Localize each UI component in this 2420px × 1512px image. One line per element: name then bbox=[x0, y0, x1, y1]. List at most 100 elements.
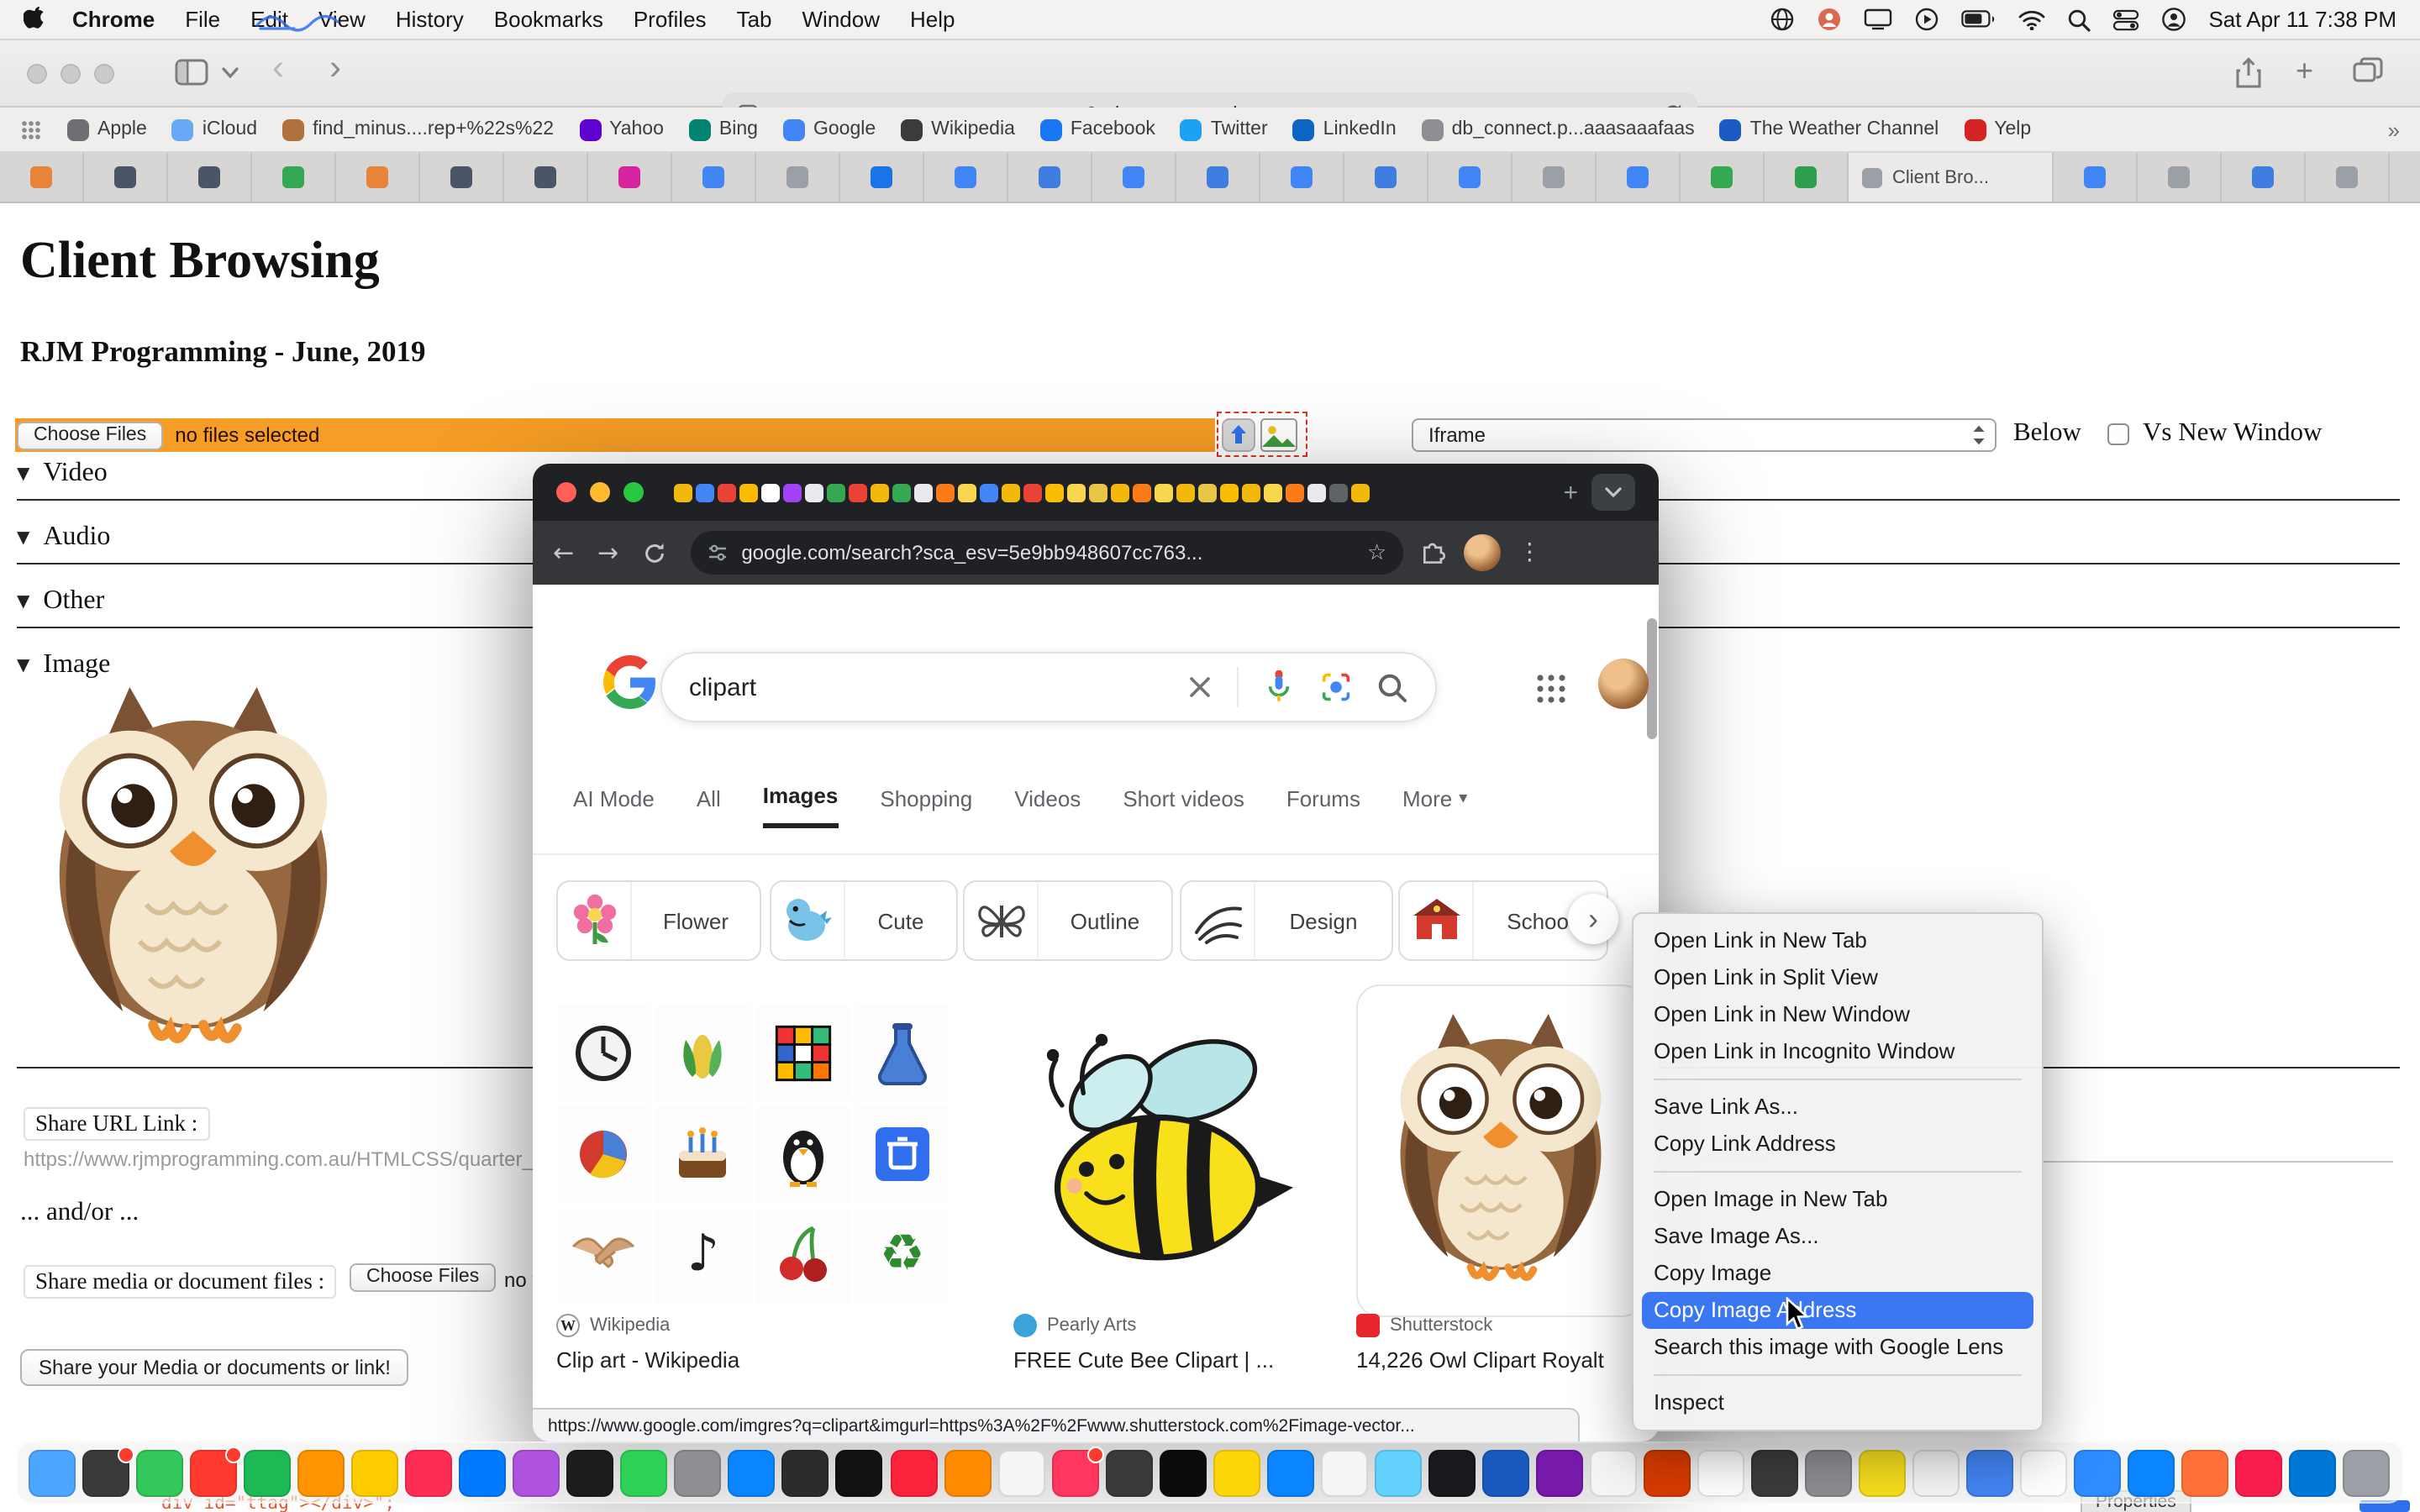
profile-avatar[interactable] bbox=[1598, 659, 1649, 709]
result-caption[interactable]: Shutterstock 14,226 Owl Clipart Royalt bbox=[1356, 1314, 1645, 1373]
browser-tab[interactable] bbox=[1597, 153, 1681, 202]
context-menu-item[interactable]: Inspect bbox=[1634, 1384, 2042, 1421]
back-icon[interactable]: ← bbox=[553, 538, 574, 568]
tab-favicon[interactable] bbox=[1329, 483, 1348, 501]
result-caption[interactable]: Pearly Arts FREE Cute Bee Clipart | ... bbox=[1013, 1314, 1316, 1373]
tab-favicon[interactable] bbox=[783, 483, 802, 501]
menubar-clock[interactable]: Sat Apr 11 7:38 PM bbox=[2208, 7, 2396, 32]
dock-app-icon[interactable] bbox=[244, 1449, 291, 1496]
dock-app-icon[interactable] bbox=[2236, 1449, 2283, 1496]
choose-files-button[interactable]: Choose Files bbox=[350, 1263, 496, 1292]
minimize-window-button[interactable] bbox=[60, 64, 81, 84]
result-title[interactable]: 14,226 Owl Clipart Royalt bbox=[1356, 1347, 1645, 1373]
bookmark-item[interactable]: LinkedIn bbox=[1293, 118, 1397, 140]
dock-app-icon[interactable] bbox=[1912, 1449, 1960, 1496]
forward-icon[interactable]: → bbox=[597, 538, 618, 568]
sidebar-icon[interactable] bbox=[175, 57, 208, 87]
tab-favicon[interactable] bbox=[696, 483, 714, 501]
apple-menu-icon[interactable] bbox=[24, 7, 45, 32]
tab-favicon[interactable] bbox=[761, 483, 780, 501]
result-image-bee[interactable] bbox=[1013, 1001, 1302, 1304]
clipboard-selection[interactable] bbox=[1217, 412, 1307, 457]
bookmark-item[interactable]: Bing bbox=[689, 118, 758, 140]
tab-favicon[interactable] bbox=[892, 483, 911, 501]
bookmark-item[interactable]: Yelp bbox=[1964, 118, 2031, 140]
clear-icon[interactable] bbox=[1186, 674, 1213, 701]
bookmark-item[interactable]: find_minus....rep+%22s%22 bbox=[282, 118, 554, 140]
browser-tab[interactable] bbox=[1008, 153, 1092, 202]
menubar-menu[interactable]: Profiles bbox=[634, 7, 707, 32]
context-menu-item[interactable]: Copy Image Address bbox=[1642, 1292, 2033, 1329]
tab-favicon[interactable] bbox=[1242, 483, 1260, 501]
bookmark-item[interactable]: Facebook bbox=[1040, 118, 1155, 140]
dock-app-icon[interactable] bbox=[1105, 1449, 1152, 1496]
chips-next-button[interactable]: › bbox=[1568, 894, 1618, 944]
display-mode-select[interactable]: Iframe bbox=[1412, 418, 1996, 452]
menu-kebab-icon[interactable]: ⋮ bbox=[1518, 539, 1541, 566]
tab-favicon[interactable] bbox=[871, 483, 889, 501]
context-menu-item[interactable]: Copy Image bbox=[1634, 1255, 2042, 1292]
dock-app-icon[interactable] bbox=[2128, 1449, 2175, 1496]
bookmark-item[interactable]: Wikipedia bbox=[901, 118, 1015, 140]
context-menu-item[interactable]: Search this image with Google Lens bbox=[1634, 1329, 2042, 1366]
tab-favicon[interactable] bbox=[674, 483, 692, 501]
context-menu-item[interactable]: Open Link in Split View bbox=[1634, 959, 2042, 996]
dock-app-icon[interactable] bbox=[1375, 1449, 1422, 1496]
dock-app-icon[interactable] bbox=[1590, 1449, 1637, 1496]
wifi-icon[interactable] bbox=[2018, 9, 2045, 29]
tab-favicon[interactable] bbox=[1023, 483, 1042, 501]
dock-app-icon[interactable] bbox=[1697, 1449, 1744, 1496]
tab-favicon[interactable] bbox=[1089, 483, 1107, 501]
browser-tab[interactable] bbox=[672, 153, 756, 202]
bookmark-item[interactable]: iCloud bbox=[172, 118, 257, 140]
dock-app-icon[interactable] bbox=[890, 1449, 937, 1496]
tab-favicon[interactable] bbox=[827, 483, 845, 501]
tab-favicon[interactable] bbox=[958, 483, 976, 501]
browser-tab[interactable] bbox=[336, 153, 420, 202]
browser-tab[interactable] bbox=[1092, 153, 1176, 202]
extensions-icon[interactable] bbox=[1420, 539, 1447, 566]
dock-app-icon[interactable] bbox=[460, 1449, 507, 1496]
dock-app-icon[interactable] bbox=[136, 1449, 183, 1496]
browser-tab[interactable] bbox=[1681, 153, 1765, 202]
dock-app-icon[interactable] bbox=[997, 1449, 1044, 1496]
browser-tab[interactable] bbox=[420, 153, 504, 202]
close-window-button[interactable] bbox=[556, 482, 576, 502]
context-menu-item[interactable]: Copy Link Address bbox=[1634, 1126, 2042, 1163]
results-tab[interactable]: Forums ▾ bbox=[1286, 783, 1360, 828]
dock-app-icon[interactable] bbox=[729, 1449, 776, 1496]
menubar-menu[interactable]: Tab bbox=[737, 7, 772, 32]
choose-files-button[interactable]: Choose Files bbox=[17, 421, 163, 449]
dock-app-icon[interactable] bbox=[405, 1449, 452, 1496]
dock-app-icon[interactable] bbox=[621, 1449, 668, 1496]
bookmark-item[interactable]: Apple bbox=[67, 118, 147, 140]
play-icon[interactable] bbox=[1914, 7, 1939, 32]
dock-app-icon[interactable] bbox=[82, 1449, 129, 1496]
result-title[interactable]: Clip art - Wikipedia bbox=[556, 1347, 960, 1373]
tab-favicon[interactable] bbox=[936, 483, 955, 501]
context-menu-item[interactable]: Save Image As... bbox=[1634, 1218, 2042, 1255]
dock-app-icon[interactable] bbox=[1266, 1449, 1313, 1496]
dock-app-icon[interactable] bbox=[675, 1449, 722, 1496]
dock-app-icon[interactable] bbox=[1859, 1449, 1906, 1496]
share-url-input[interactable]: https://www.rjmprogramming.com.au/HTMLCS… bbox=[24, 1147, 550, 1171]
browser-tab[interactable] bbox=[1344, 153, 1428, 202]
tab-favicon[interactable] bbox=[739, 483, 758, 501]
menubar-menu[interactable]: Window bbox=[802, 7, 881, 32]
browser-tab[interactable] bbox=[168, 153, 252, 202]
browser-tab[interactable] bbox=[1765, 153, 1849, 202]
results-tab[interactable]: More ▾ bbox=[1402, 783, 1467, 828]
dock-app-icon[interactable] bbox=[944, 1449, 991, 1496]
dock-app-icon[interactable] bbox=[836, 1449, 883, 1496]
context-menu-item[interactable] bbox=[1654, 1374, 2022, 1376]
tab-favicon[interactable] bbox=[1155, 483, 1173, 501]
dock-app-icon[interactable] bbox=[2290, 1449, 2337, 1496]
dock-app-icon[interactable] bbox=[1159, 1449, 1206, 1496]
tab-favicon[interactable] bbox=[718, 483, 736, 501]
bookmarks-overflow-icon[interactable]: » bbox=[2388, 117, 2400, 142]
dock-app-icon[interactable] bbox=[190, 1449, 237, 1496]
browser-tab[interactable] bbox=[924, 153, 1008, 202]
active-app-name[interactable]: Chrome bbox=[72, 7, 155, 32]
results-tab[interactable]: AI Mode ▾ bbox=[573, 783, 655, 828]
tab-favicon[interactable] bbox=[1133, 483, 1151, 501]
